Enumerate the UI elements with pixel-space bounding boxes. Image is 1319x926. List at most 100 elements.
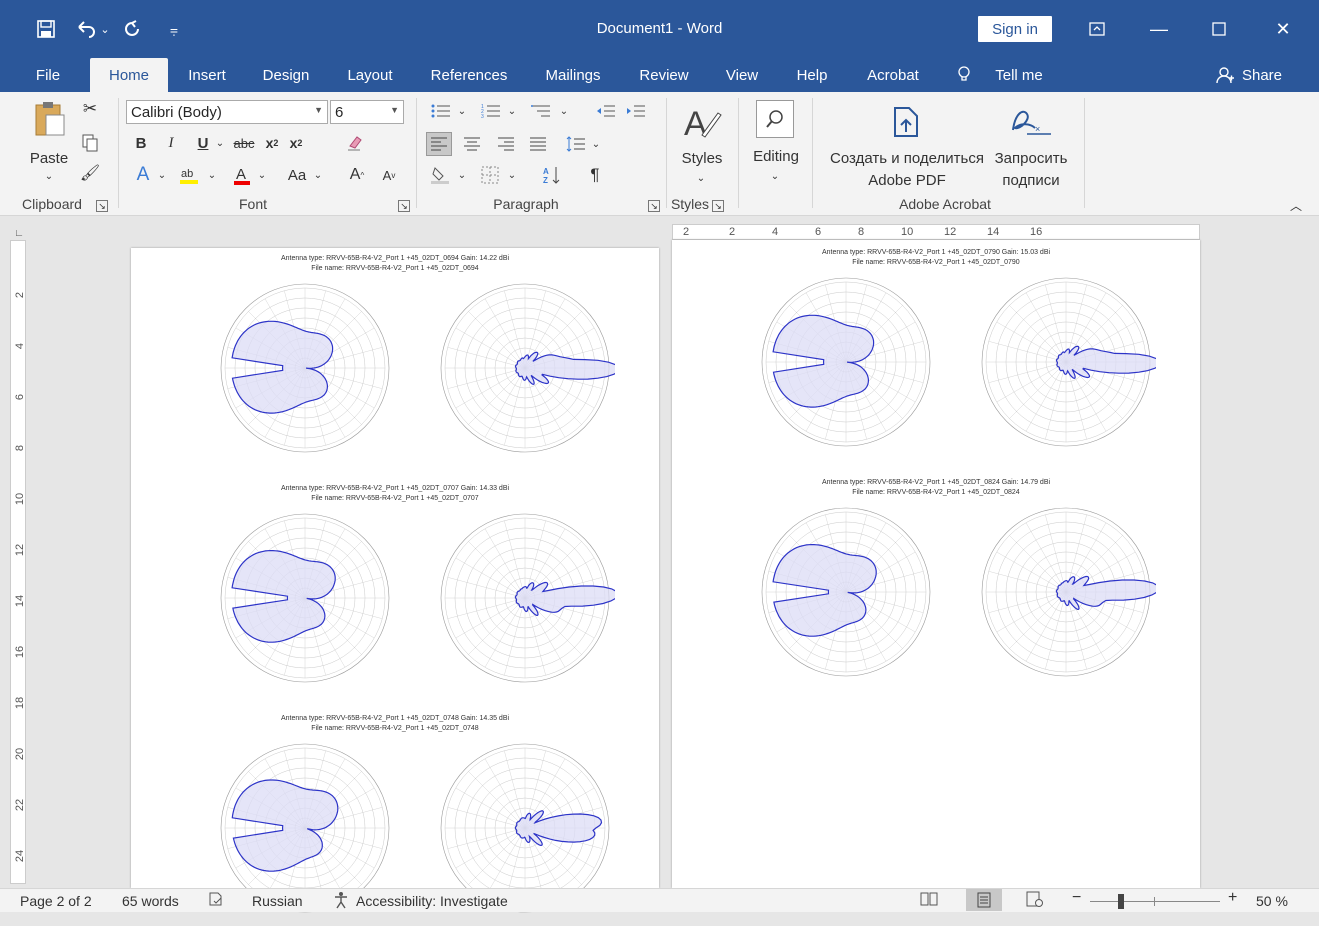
collapse-ribbon-icon[interactable]: ︿ [1288, 198, 1304, 213]
web-layout-icon[interactable] [1026, 891, 1044, 910]
tab-design[interactable]: Design [252, 58, 320, 92]
text-effects-dropdown-icon[interactable]: ⌄ [156, 164, 168, 186]
justify-icon[interactable] [526, 132, 550, 156]
page-1[interactable]: Antenna type: RRVV-65B-R4-V2_Port 1 +45_… [131, 248, 659, 913]
paste-label[interactable]: Paste [28, 148, 70, 169]
paste-icon[interactable] [32, 100, 68, 138]
shrink-font-icon[interactable]: Av [378, 164, 400, 186]
shading-dropdown-icon[interactable]: ⌄ [456, 164, 468, 186]
numbering-icon[interactable]: 123 [478, 100, 504, 122]
tab-selector-icon[interactable]: ∟ [12, 226, 26, 240]
grow-font-icon[interactable]: A ^ [346, 164, 368, 186]
styles-dropdown-icon[interactable]: ⌄ [694, 172, 708, 184]
align-center-icon[interactable] [460, 132, 484, 156]
show-formatting-marks-icon[interactable]: ¶ [584, 164, 606, 186]
tab-references[interactable]: References [420, 58, 518, 92]
zoom-level[interactable]: 50 % [1256, 893, 1288, 909]
accessibility-icon[interactable] [332, 891, 352, 912]
language[interactable]: Russian [252, 893, 303, 909]
styles-launcher-icon[interactable]: ↘ [712, 200, 724, 212]
line-spacing-icon[interactable] [564, 132, 588, 156]
tab-insert[interactable]: Insert [178, 58, 236, 92]
editing-dropdown-icon[interactable]: ⌄ [768, 170, 782, 182]
create-pdf-label-2[interactable]: Adobe PDF [822, 170, 992, 191]
strikethrough-icon[interactable]: abc [230, 132, 258, 154]
superscript-icon[interactable]: x2 [286, 132, 306, 154]
save-icon[interactable] [34, 16, 58, 42]
redo-icon[interactable] [120, 16, 144, 42]
line-spacing-dropdown-icon[interactable]: ⌄ [590, 132, 602, 156]
tab-layout[interactable]: Layout [334, 58, 406, 92]
accessibility-status[interactable]: Accessibility: Investigate [356, 893, 508, 909]
tab-review[interactable]: Review [628, 58, 700, 92]
bullets-icon[interactable] [428, 100, 454, 122]
page-2[interactable]: Antenna type: RRVV-65B-R4-V2_Port 1 +45_… [672, 240, 1200, 888]
borders-dropdown-icon[interactable]: ⌄ [506, 164, 518, 186]
tab-acrobat[interactable]: Acrobat [854, 58, 932, 92]
clear-formatting-icon[interactable] [344, 132, 366, 154]
tab-help[interactable]: Help [784, 58, 840, 92]
tab-home[interactable]: Home [90, 58, 168, 92]
font-size-combo[interactable]: 6 ▼ [330, 100, 404, 124]
read-mode-icon[interactable] [920, 891, 938, 910]
underline-icon[interactable]: U [194, 132, 212, 154]
undo-icon[interactable] [74, 16, 98, 42]
vertical-ruler[interactable]: 2 4 6 8 10 12 14 16 18 20 22 24 [10, 240, 26, 884]
tab-file[interactable]: File [22, 58, 74, 92]
change-case-dropdown-icon[interactable]: ⌄ [312, 164, 324, 186]
styles-label[interactable]: Styles [672, 148, 732, 169]
text-effects-icon[interactable]: A [132, 164, 154, 186]
increase-indent-icon[interactable] [624, 100, 648, 122]
bold-icon[interactable]: B [132, 132, 150, 154]
align-left-icon[interactable] [426, 132, 452, 156]
tell-me-search[interactable]: Tell me [986, 58, 1052, 92]
ribbon-display-options-icon[interactable] [1074, 10, 1120, 48]
share-person-icon[interactable] [1214, 58, 1236, 92]
sign-in-button[interactable]: Sign in [978, 16, 1052, 42]
styles-icon[interactable]: A [680, 100, 724, 144]
sort-icon[interactable]: AZ [540, 164, 564, 186]
zoom-out-button[interactable]: − [1072, 889, 1081, 907]
font-color-icon[interactable]: A [230, 164, 254, 186]
underline-dropdown-icon[interactable]: ⌄ [214, 132, 226, 154]
tab-view[interactable]: View [714, 58, 770, 92]
paragraph-launcher-icon[interactable]: ↘ [648, 200, 660, 212]
zoom-in-button[interactable]: + [1228, 889, 1237, 907]
minimize-icon[interactable]: — [1136, 10, 1182, 48]
close-icon[interactable]: ✕ [1260, 10, 1306, 48]
borders-icon[interactable] [478, 164, 502, 186]
change-case-icon[interactable]: Aa [282, 164, 312, 186]
maximize-icon[interactable] [1196, 10, 1242, 48]
horizontal-ruler[interactable]: 2 2 4 6 8 10 12 14 16 [672, 224, 1200, 240]
lightbulb-icon[interactable] [954, 58, 974, 92]
create-pdf-icon[interactable] [888, 104, 924, 140]
editing-search-icon[interactable] [756, 100, 794, 138]
zoom-slider-thumb[interactable] [1118, 894, 1124, 909]
request-signature-icon[interactable]: × [1008, 104, 1054, 140]
request-signature-label-2[interactable]: подписи [984, 170, 1078, 191]
highlight-dropdown-icon[interactable]: ⌄ [206, 164, 218, 186]
create-pdf-label-1[interactable]: Создать и поделиться [822, 148, 992, 169]
multilevel-list-icon[interactable] [528, 100, 554, 122]
numbering-dropdown-icon[interactable]: ⌄ [506, 100, 518, 122]
print-layout-icon[interactable] [966, 889, 1002, 911]
cut-icon[interactable]: ✂ [80, 98, 100, 120]
customize-qat-icon[interactable]: ⩦ [164, 16, 184, 42]
copy-icon[interactable] [80, 132, 100, 154]
font-launcher-icon[interactable]: ↘ [398, 200, 410, 212]
format-painter-icon[interactable]: 🖌 [80, 162, 100, 184]
font-color-dropdown-icon[interactable]: ⌄ [256, 164, 268, 186]
request-signature-label-1[interactable]: Запросить [984, 148, 1078, 169]
multilevel-dropdown-icon[interactable]: ⌄ [558, 100, 570, 122]
highlight-color-icon[interactable]: ab [176, 164, 202, 186]
clipboard-launcher-icon[interactable]: ↘ [96, 200, 108, 212]
align-right-icon[interactable] [494, 132, 518, 156]
tab-mailings[interactable]: Mailings [532, 58, 614, 92]
zoom-slider-track[interactable] [1090, 901, 1220, 902]
italic-icon[interactable]: I [162, 132, 180, 154]
shading-icon[interactable] [428, 164, 452, 186]
share-button[interactable]: Share [1238, 58, 1286, 92]
paste-dropdown-icon[interactable]: ⌄ [42, 170, 56, 182]
page-count[interactable]: Page 2 of 2 [20, 893, 92, 909]
editing-label[interactable]: Editing [744, 146, 808, 167]
